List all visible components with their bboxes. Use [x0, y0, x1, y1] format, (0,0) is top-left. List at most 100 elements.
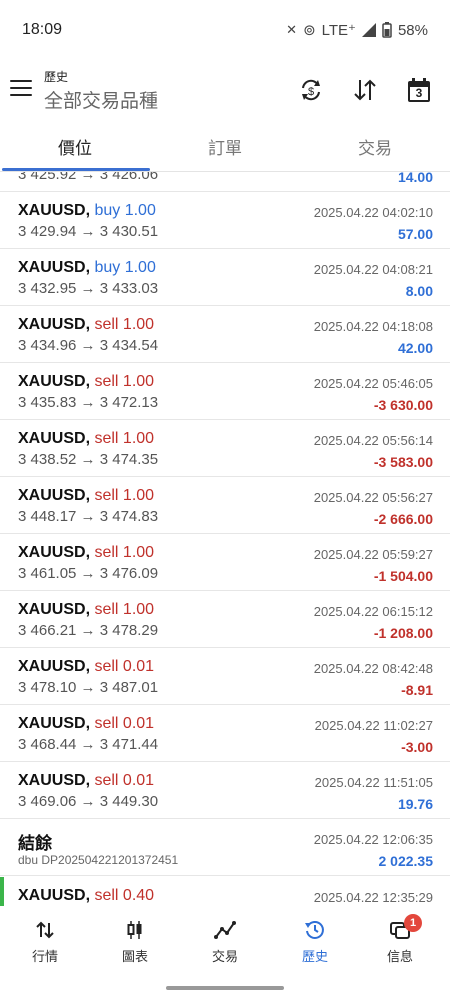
price-range: 3 469.06 → 3 449.30	[18, 793, 159, 810]
price-range: 3 438.52 → 3 474.35	[18, 451, 159, 468]
nav-messages[interactable]: 1 信息	[355, 914, 445, 965]
row-symbol: XAUUSD, buy 1.00	[18, 259, 156, 276]
price-range: 3 425.92 → 3 426.06	[18, 172, 159, 183]
list-item[interactable]: 3 425.92 → 3 426.06 14.00	[0, 172, 450, 192]
balance-row[interactable]: 結餘 dbu DP202504221201372451 2025.04.22 1…	[0, 819, 450, 876]
list-item[interactable]: XAUUSD, buy 1.00 3 432.95 → 3 433.03 2025.…	[0, 249, 450, 306]
profit-value: 57.00	[397, 226, 433, 242]
list-item[interactable]: XAUUSD, sell 1.00 3 461.05 → 3 476.09 2025…	[0, 534, 450, 591]
row-volume: sell 1.00	[94, 544, 155, 561]
profit-value: -3.00	[401, 739, 433, 755]
svg-text:$: $	[308, 86, 314, 98]
row-volume: sell 0.01	[94, 772, 155, 789]
list-item[interactable]: XAUUSD, sell 0.01 3 469.06 → 3 449.30 2025…	[0, 762, 450, 819]
list-item[interactable]: XAUUSD, sell 1.00 3 435.83 → 3 472.13 2025…	[0, 363, 450, 420]
nav-label: 歷史	[301, 949, 328, 964]
history-list[interactable]: 3 425.92 → 3 426.06 14.00 XAUUSD, buy 1.…	[0, 172, 450, 906]
list-item[interactable]: XAUUSD, sell 1.00 3 466.21 → 3 478.29 2025…	[0, 591, 450, 648]
profit-value: 8.00	[405, 283, 433, 299]
row-date: 2025.04.22 05:59:27	[313, 547, 433, 562]
profit-value: -2 666.00	[373, 511, 433, 527]
balance-label: 結餘	[18, 834, 52, 853]
balance-date: 2025.04.22 12:06:35	[313, 832, 433, 847]
list-item[interactable]: XAUUSD, sell 1.00 3 438.52 → 3 474.35 2025…	[0, 420, 450, 477]
row-date: 2025.04.22 11:02:27	[314, 718, 433, 733]
currency-switch-icon[interactable]: $	[297, 76, 325, 104]
tab-orders[interactable]: 訂單	[150, 134, 300, 159]
row-date: 2025.04.22 08:42:48	[313, 661, 433, 676]
profit-value: 14.00	[397, 172, 433, 185]
row-date: 2025.04.22 04:18:08	[313, 319, 433, 334]
tab-deals[interactable]: 交易	[300, 134, 450, 159]
nav-quotes[interactable]: 行情	[0, 918, 90, 965]
profit-value: 42.00	[397, 340, 433, 356]
app-header: 歷史 全部交易品種 $ 3	[0, 58, 450, 120]
row-symbol: XAUUSD, sell 1.00	[18, 316, 155, 333]
nav-chart[interactable]: 圖表	[90, 918, 180, 965]
row-volume: sell 0.01	[94, 715, 155, 732]
nav-history[interactable]: 歷史	[270, 918, 360, 965]
row-symbol: XAUUSD, sell 1.00	[18, 601, 155, 618]
balance-reference: dbu DP202504221201372451	[18, 853, 179, 867]
price-range: 3 429.94 → 3 430.51	[18, 223, 159, 240]
balance-amount: 2 022.35	[378, 853, 434, 869]
list-item[interactable]: XAUUSD, sell 1.00 3 448.17 → 3 474.83 2025…	[0, 477, 450, 534]
row-volume: sell 1.00	[94, 487, 155, 504]
nav-label: 圖表	[121, 949, 148, 964]
network-type: LTE⁺	[321, 22, 356, 39]
row-symbol: XAUUSD, sell 1.00	[18, 487, 155, 504]
price-range: 3 432.95 → 3 433.03	[18, 280, 159, 297]
menu-icon[interactable]	[10, 80, 32, 96]
row-date: 2025.04.22 04:02:10	[313, 205, 433, 220]
battery-icon	[382, 22, 392, 38]
history-tabs: 價位 訂單 交易	[0, 120, 450, 172]
row-volume: sell 0.01	[94, 658, 155, 675]
row-symbol: XAUUSD, sell 0.40	[18, 887, 155, 904]
row-volume: sell 1.00	[94, 373, 155, 390]
symbol-filter[interactable]: 全部交易品種	[44, 86, 158, 113]
price-range: 3 461.05 → 3 476.09	[18, 565, 159, 582]
list-item[interactable]: XAUUSD, sell 0.01 3 468.44 → 3 471.44 2025…	[0, 705, 450, 762]
nav-label: 行情	[31, 949, 58, 964]
row-date: 2025.04.22 04:08:21	[313, 262, 433, 277]
status-icons: ✕ ⊚ LTE⁺ 58%	[286, 21, 428, 40]
row-date: 2025.04.22 05:56:14	[313, 433, 433, 448]
profit-value: -1 208.00	[373, 625, 433, 641]
history-icon	[305, 921, 324, 939]
row-symbol: XAUUSD, sell 0.01	[18, 715, 155, 732]
nav-trade[interactable]: 交易	[180, 918, 270, 965]
battery-percent: 58%	[397, 21, 428, 39]
list-item[interactable]: XAUUSD, sell 0.01 3 478.10 → 3 487.01 2025…	[0, 648, 450, 705]
profit-value: -8.91	[401, 682, 433, 698]
chart-icon	[127, 921, 142, 939]
price-range: 3 468.44 → 3 471.44	[18, 736, 159, 753]
row-symbol: XAUUSD, sell 1.00	[18, 430, 155, 447]
price-range: 3 478.10 → 3 487.01	[18, 679, 159, 696]
nav-label: 交易	[211, 949, 238, 964]
row-date: 2025.04.22 05:46:05	[313, 376, 433, 391]
row-volume: sell 1.00	[94, 430, 155, 447]
row-volume: buy 1.00	[94, 259, 156, 276]
sort-icon[interactable]	[351, 76, 379, 104]
row-date: 2025.04.22 06:15:12	[313, 604, 433, 619]
unread-badge: 1	[404, 914, 422, 932]
list-item[interactable]: XAUUSD, sell 0.40 2025.04.22 12:35:29	[0, 877, 450, 906]
list-item[interactable]: XAUUSD, sell 1.00 3 434.96 → 3 434.54 2025…	[0, 306, 450, 363]
page-title: 歷史	[44, 70, 69, 84]
price-range: 3 466.21 → 3 478.29	[18, 622, 159, 639]
status-time: 18:09	[22, 21, 63, 38]
profit-value: -1 504.00	[373, 568, 433, 584]
calendar-icon[interactable]: 3	[405, 76, 433, 104]
tab-positions[interactable]: 價位	[0, 134, 150, 159]
nav-label: 信息	[386, 949, 413, 964]
quotes-icon	[36, 921, 54, 939]
row-symbol: XAUUSD, sell 0.01	[18, 772, 155, 789]
status-bar: 18:09 ✕ ⊚ LTE⁺ 58%	[0, 0, 450, 58]
list-item[interactable]: XAUUSD, buy 1.00 3 429.94 → 3 430.51 2025.…	[0, 192, 450, 249]
row-symbol: XAUUSD, sell 0.01	[18, 658, 155, 675]
row-volume: sell 1.00	[94, 316, 155, 333]
row-volume: buy 1.00	[94, 202, 156, 219]
row-symbol: XAUUSD, sell 1.00	[18, 373, 155, 390]
home-indicator[interactable]	[166, 986, 284, 990]
row-date: 2025.04.22 12:35:29	[313, 890, 433, 905]
